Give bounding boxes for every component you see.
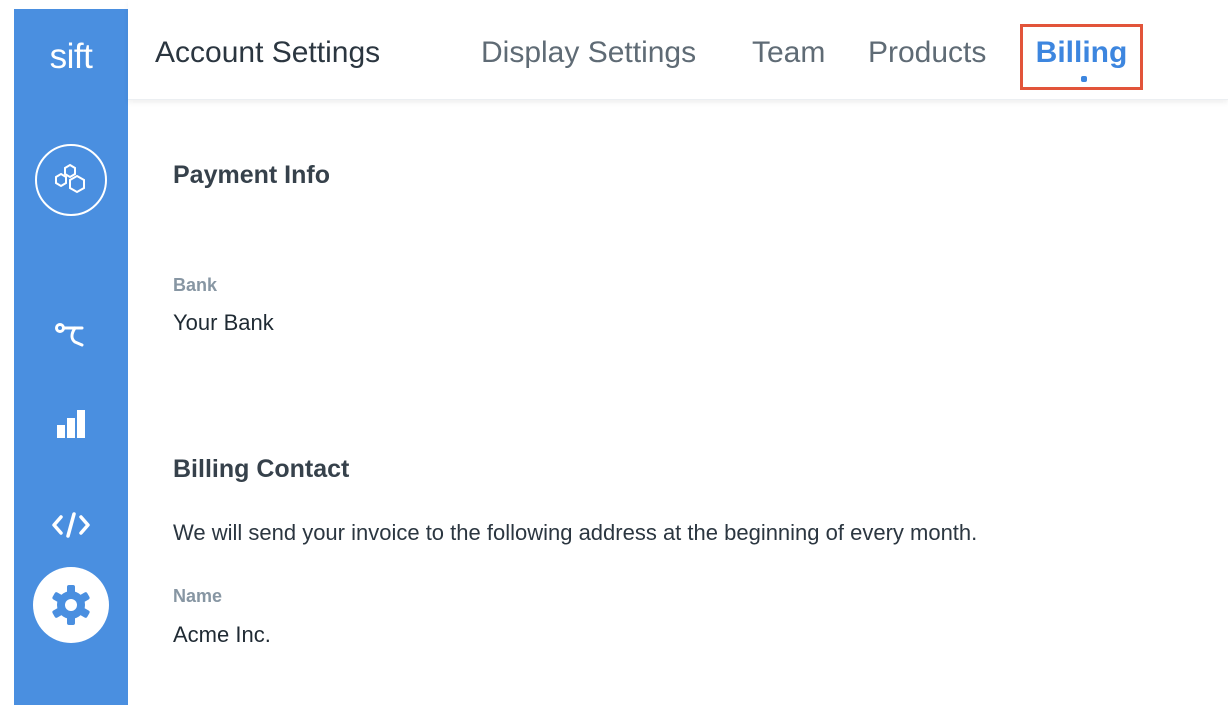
tab-display-settings[interactable]: Display Settings (481, 36, 696, 70)
code-icon (52, 512, 90, 538)
sidebar-item-developer[interactable] (14, 505, 128, 545)
sidebar-item-workflows[interactable] (14, 315, 128, 355)
sidebar: sift (14, 9, 128, 705)
sift-logo[interactable]: sift (14, 37, 128, 77)
sidebar-item-analytics[interactable] (14, 405, 128, 445)
top-navigation: Account Settings Display Settings Team P… (128, 0, 1228, 100)
bar-chart-icon (57, 410, 85, 438)
billing-contact-description: We will send your invoice to the followi… (173, 520, 978, 545)
bank-label: Bank (173, 275, 218, 295)
gear-icon (52, 585, 90, 625)
page-title: Account Settings (155, 36, 381, 69)
billing-contact-heading: Billing Contact (173, 455, 350, 483)
workflow-icon (55, 323, 84, 347)
tab-team[interactable]: Team (752, 36, 825, 70)
tab-billing-label: Billing (1035, 36, 1128, 69)
name-label: Name (173, 586, 223, 606)
tab-billing[interactable]: Billing (1020, 24, 1143, 90)
name-value: Acme Inc. (173, 622, 271, 647)
hexagons-icon (55, 163, 85, 194)
tab-products[interactable]: Products (868, 36, 986, 70)
bank-value: Your Bank (173, 310, 274, 335)
sidebar-item-settings[interactable] (33, 567, 109, 643)
active-tab-indicator (1081, 76, 1087, 82)
payment-info-heading: Payment Info (173, 161, 330, 189)
sidebar-item-hexagons[interactable] (35, 144, 107, 216)
